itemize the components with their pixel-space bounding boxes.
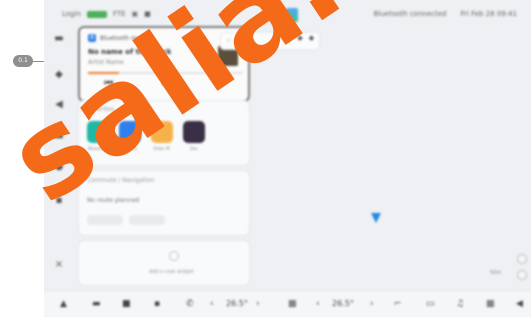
navigation-actions bbox=[87, 215, 165, 225]
car-icon[interactable]: ▲ bbox=[60, 299, 67, 309]
apps-icon[interactable]: ▦ bbox=[486, 299, 495, 309]
favorites-card: Favorites Bluetooth Gallery Order M. Doc bbox=[78, 100, 250, 166]
gallery-app-icon bbox=[119, 121, 141, 143]
bottom-dock: ▲ ▬ ■ ▪ ✆ ‹ 26.5° › ▦ ‹ 26.5° › ⌐ ▭ ♫ ▦ … bbox=[44, 290, 531, 317]
temp-down-button[interactable]: ‹ bbox=[210, 299, 214, 309]
right-temperature: 26.5° bbox=[332, 299, 354, 308]
order-app-icon bbox=[151, 121, 173, 143]
volume-icon[interactable]: ◀ bbox=[516, 299, 523, 309]
nav-home-button[interactable] bbox=[87, 215, 123, 225]
search-placeholder: Search bbox=[234, 37, 255, 45]
favorite-app[interactable]: Bluetooth bbox=[87, 121, 109, 151]
favorite-app-label: Order M. bbox=[153, 146, 171, 151]
status-bar: Login FTE ▣ ■ Bluetooth connected Fri Fe… bbox=[44, 0, 531, 28]
left-temperature: 26.5° bbox=[226, 299, 248, 308]
camera-icon[interactable]: ■ bbox=[122, 299, 131, 309]
nav-work-button[interactable] bbox=[129, 215, 165, 225]
layers-icon[interactable]: ◆ bbox=[297, 34, 302, 42]
wifi-icon: ▣ bbox=[131, 10, 139, 18]
message-icon[interactable]: ■ bbox=[54, 130, 64, 140]
map-tools: ◆ ◆ ◆ bbox=[286, 34, 314, 42]
status-right: Bluetooth connected Fri Feb 28 09:41 bbox=[374, 10, 517, 18]
map-side-buttons bbox=[517, 254, 527, 280]
favorite-app[interactable]: Doc bbox=[183, 121, 205, 151]
temp-up-button[interactable]: › bbox=[370, 299, 374, 309]
seat-icon[interactable]: ⌐ bbox=[394, 299, 402, 309]
add-widget-label: Add a new widget bbox=[149, 269, 194, 275]
left-rail: ▬ ◆ ◀ ■ ● ▪ × bbox=[44, 28, 74, 288]
heat-icon[interactable]: ▪ bbox=[154, 299, 160, 309]
map-scale: 50m bbox=[490, 270, 502, 276]
phone-icon[interactable]: ◆ bbox=[54, 70, 64, 80]
folder-icon: ■ bbox=[144, 10, 151, 18]
signal-icon bbox=[86, 10, 107, 18]
screen-content: Login FTE ▣ ■ Bluetooth connected Fri Fe… bbox=[44, 0, 531, 317]
compass-button[interactable] bbox=[517, 254, 527, 264]
locate-button[interactable] bbox=[517, 270, 527, 280]
play-pause-button[interactable]: ⏸ bbox=[161, 78, 166, 89]
message-icon[interactable]: ▭ bbox=[426, 299, 435, 309]
favorite-app-label: Bluetooth bbox=[88, 146, 108, 151]
doc-app-icon bbox=[183, 121, 205, 143]
previous-track-button[interactable]: ⏮ bbox=[104, 78, 113, 89]
music-icon[interactable]: ◀ bbox=[54, 100, 64, 110]
favorite-app[interactable]: Gallery bbox=[119, 121, 141, 151]
car-screen: Login FTE ▣ ■ Bluetooth connected Fri Fe… bbox=[44, 0, 531, 317]
media-source: B Bluetooth music bbox=[88, 34, 149, 42]
home-icon[interactable]: × bbox=[54, 260, 64, 270]
bluetooth-icon: B bbox=[88, 34, 96, 42]
track-artist: Artist Name bbox=[88, 59, 124, 66]
favorites-apps: Bluetooth Gallery Order M. Doc bbox=[87, 121, 205, 151]
settings-icon[interactable]: ● bbox=[54, 162, 64, 172]
add-widget-card[interactable]: Add a new widget bbox=[78, 240, 250, 286]
status-left: Login FTE ▣ ■ bbox=[62, 10, 151, 18]
music-icon[interactable]: ♫ bbox=[456, 299, 464, 309]
next-track-button[interactable]: ⏭ bbox=[215, 78, 224, 89]
favorite-app-label: Doc bbox=[190, 146, 198, 151]
search-icon: ⌕ bbox=[227, 37, 231, 44]
bluetooth-app-icon bbox=[87, 121, 109, 143]
temp-down-button[interactable]: ‹ bbox=[316, 299, 320, 309]
media-controls: ⏮ ⏸ ⏭ bbox=[80, 78, 248, 89]
media-source-label: Bluetooth music bbox=[100, 34, 149, 42]
login-label[interactable]: Login bbox=[62, 10, 81, 18]
temp-up-button[interactable]: › bbox=[256, 299, 260, 309]
track-progress[interactable] bbox=[88, 72, 243, 74]
datetime-label: Fri Feb 28 09:41 bbox=[460, 10, 518, 18]
app-logo-icon bbox=[286, 8, 298, 22]
navigation-status: No route planned bbox=[87, 197, 140, 204]
track-progress-fill bbox=[88, 72, 119, 74]
car-icon[interactable]: ▬ bbox=[54, 34, 64, 44]
favorites-title: Favorites bbox=[87, 106, 115, 113]
fan-icon[interactable]: ▦ bbox=[288, 299, 297, 309]
add-icon bbox=[169, 251, 179, 261]
signal-label: FTE bbox=[112, 10, 126, 18]
bluetooth-status: Bluetooth connected bbox=[373, 10, 447, 18]
annotation-badge: 0.1 bbox=[13, 55, 33, 67]
navigation-card[interactable]: Commute / Navigation No route planned bbox=[78, 170, 250, 236]
navigation-arrow-icon bbox=[371, 213, 381, 223]
favorite-app-label: Gallery bbox=[122, 146, 138, 151]
favorite-app[interactable]: Order M. bbox=[151, 121, 173, 151]
media-icon[interactable]: ▬ bbox=[92, 299, 101, 309]
phone-icon[interactable]: ✆ bbox=[186, 299, 194, 309]
apps-icon[interactable]: ▪ bbox=[54, 196, 64, 206]
route-icon[interactable]: ◆ bbox=[286, 34, 291, 42]
settings-icon[interactable]: ◆ bbox=[309, 34, 314, 42]
track-title: No name of the track bbox=[88, 48, 172, 56]
navigation-title: Commute / Navigation bbox=[87, 177, 155, 184]
